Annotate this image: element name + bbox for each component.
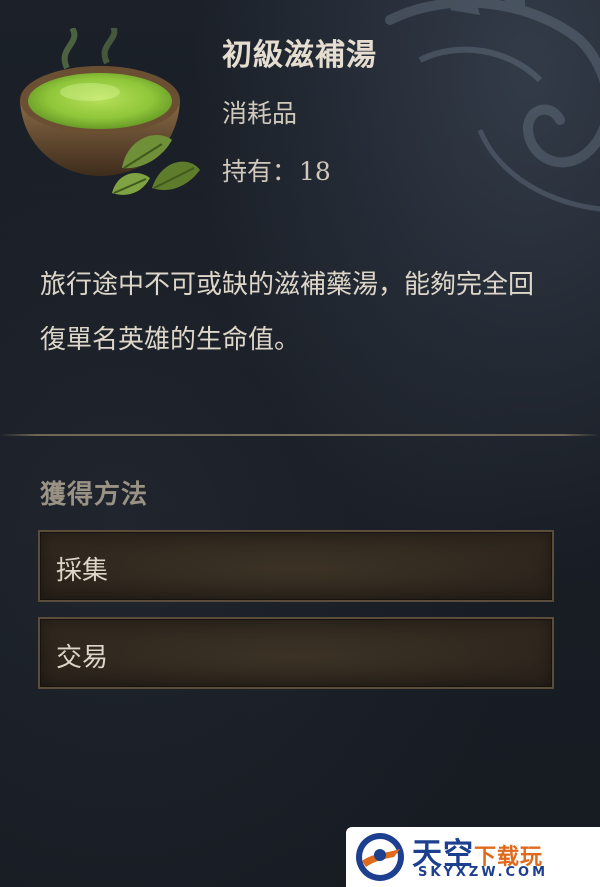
method-button-trade[interactable]: 交易: [38, 617, 554, 689]
item-type: 消耗品: [222, 99, 298, 128]
site-logo-icon: [356, 833, 404, 881]
item-name: 初級滋補湯: [222, 38, 377, 73]
section-divider: [0, 434, 600, 436]
method-label: 採集: [56, 556, 109, 586]
site-watermark: 天空下载玩 SKYXZW.COM: [346, 827, 600, 887]
acquisition-title: 獲得方法: [40, 480, 149, 510]
acquisition-method-list: 採集 交易: [38, 530, 554, 704]
item-description: 旅行途中不可或缺的滋補藥湯，能夠完全回復單名英雄的生命值。: [40, 270, 535, 355]
watermark-url: SKYXZW.COM: [418, 865, 549, 880]
item-count: 持有：18: [222, 152, 331, 188]
item-tooltip-panel: 初級滋補湯 消耗品 持有：18 旅行途中不可或缺的滋補藥湯，能夠完全回復單名英雄…: [0, 0, 600, 887]
herbal-soup-bowl-icon: [20, 28, 200, 195]
item-count-label: 持有：: [222, 157, 298, 186]
method-button-gather[interactable]: 採集: [38, 530, 554, 602]
method-label: 交易: [56, 643, 109, 673]
item-count-value: 18: [299, 157, 331, 186]
